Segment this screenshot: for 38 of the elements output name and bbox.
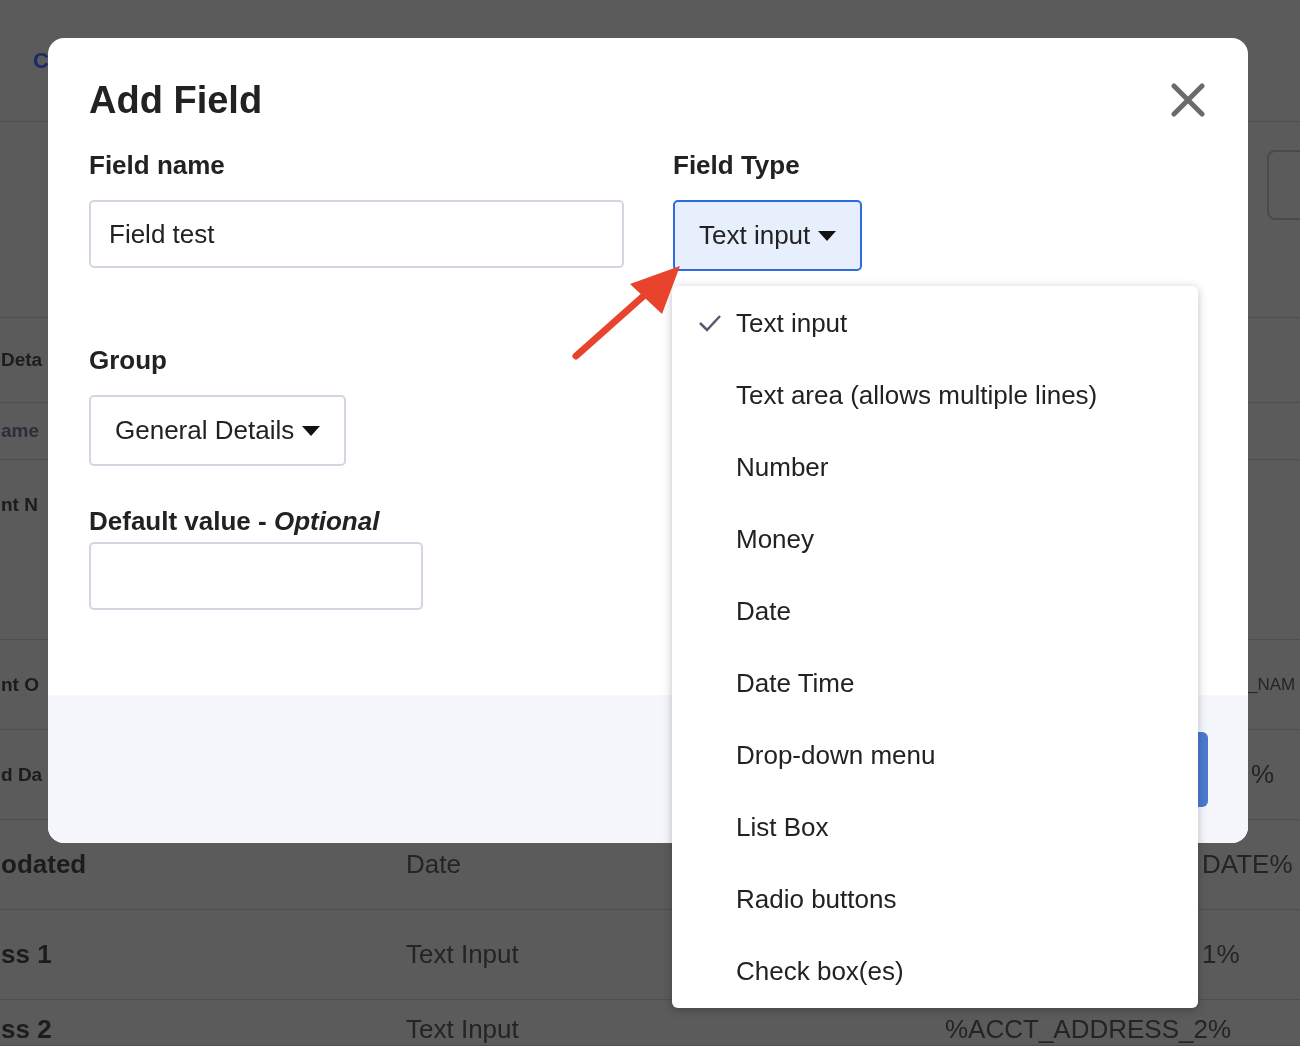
table-cell: Date: [406, 849, 461, 879]
caret-icon: [302, 425, 321, 436]
table-cell: 1%: [1202, 939, 1240, 970]
field-label: Field name: [89, 150, 226, 182]
menu-option[interactable]: Check box(es): [672, 935, 1198, 1007]
close-icon: [1171, 83, 1205, 117]
table-cell: Text Input: [406, 939, 519, 969]
menu-option[interactable]: Date: [672, 575, 1198, 647]
table-cell: nt N: [1, 494, 38, 516]
table-cell: ss 2: [1, 1014, 52, 1045]
menu-option[interactable]: Money: [672, 503, 1198, 575]
field-type-select[interactable]: Text input: [673, 200, 863, 271]
group-select[interactable]: General Details: [89, 395, 347, 466]
table-cell: %ACCT_ADDRESS_2%: [945, 1014, 1232, 1045]
table-cell: ss 1: [1, 939, 52, 970]
dialog-title: Add Field: [89, 78, 263, 122]
close-button[interactable]: [1168, 80, 1208, 120]
menu-option[interactable]: List Box: [672, 791, 1198, 863]
default-value-input[interactable]: [89, 542, 423, 610]
table-cell: _NAM: [1248, 674, 1296, 695]
table-cell: DATE%: [1202, 849, 1293, 880]
menu-option[interactable]: Number: [672, 431, 1198, 503]
menu-option[interactable]: Text area (allows multiple lines): [672, 359, 1198, 431]
table-cell: Text Input: [406, 1014, 519, 1044]
field-label: Field Type: [673, 150, 801, 182]
menu-option[interactable]: Drop-down menu: [672, 719, 1198, 791]
field-label: Default value - Optional: [89, 506, 381, 538]
field-label: Group: [89, 345, 168, 377]
table-cell: odated: [1, 849, 87, 880]
section-title: Deta: [1, 349, 43, 371]
menu-option[interactable]: Radio buttons: [672, 863, 1198, 935]
table-cell: %: [1251, 759, 1275, 790]
menu-option[interactable]: Text input: [672, 287, 1198, 359]
field-name-input[interactable]: Field test: [89, 200, 624, 268]
table-cell: d Da: [1, 763, 43, 786]
menu-option[interactable]: Date Time: [672, 647, 1198, 719]
table-cell: nt O: [1, 673, 39, 696]
caret-icon: [818, 230, 837, 241]
